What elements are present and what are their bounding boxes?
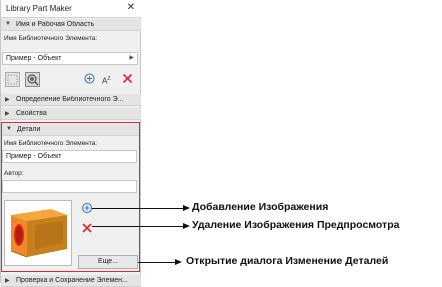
- close-icon[interactable]: ✕: [127, 2, 135, 13]
- section-details-label: Детали: [17, 126, 41, 133]
- library-part-maker-panel: Library Part Maker ✕ ▼ Имя и Рабочая Обл…: [0, 0, 141, 287]
- frame-select-icon[interactable]: [5, 72, 20, 87]
- remove-preview-icon[interactable]: [81, 222, 93, 237]
- section-name-area-label: Имя и Рабочая Область: [16, 21, 95, 28]
- preview-image: [4, 200, 72, 266]
- zoom-view-icon[interactable]: [25, 72, 40, 87]
- air-conditioner-image: [10, 209, 67, 258]
- panel-title: Library Part Maker: [6, 4, 72, 13]
- details-name-label: Имя Библиотечного Элемента:: [4, 140, 98, 147]
- section-check-save[interactable]: ▶ Проверка и Сохранение Элемен...: [1, 275, 141, 287]
- callout-arrowhead-more: [175, 258, 182, 265]
- lib-name-dropdown[interactable]: Пример - Объект ▶: [2, 52, 138, 65]
- expanded-arrow-icon: ▼: [5, 21, 11, 27]
- callout-line-remove: [92, 226, 184, 227]
- section-name-area[interactable]: ▼ Имя и Рабочая Область: [1, 19, 141, 31]
- lib-name-label: Имя Библиотечного Элемента:: [4, 35, 98, 42]
- more-button[interactable]: Еще...: [78, 255, 138, 269]
- callout-arrowhead-add: [183, 204, 190, 211]
- section-definition[interactable]: ▶ Определение Библиотечного Э...: [1, 94, 141, 106]
- add-icon[interactable]: [83, 72, 98, 87]
- callout-add-image: Добавление Изображения: [192, 201, 329, 213]
- expanded-arrow-icon: ▼: [6, 126, 12, 132]
- delete-icon[interactable]: [121, 72, 136, 87]
- section-properties-label: Свойства: [16, 110, 47, 117]
- panel-titlebar: Library Part Maker ✕: [1, 0, 141, 18]
- callout-remove-preview: Удаление Изображения Предпросмотра: [192, 219, 400, 231]
- toolbar: AZ: [1, 70, 141, 90]
- lib-name-value: Пример - Объект: [6, 55, 62, 62]
- collapsed-arrow-icon: ▶: [5, 97, 10, 103]
- add-image-icon[interactable]: [81, 202, 93, 217]
- section-definition-label: Определение Библиотечного Э...: [16, 96, 124, 103]
- author-label: Автор:: [4, 170, 24, 177]
- details-name-field[interactable]: Пример - Объект: [2, 150, 137, 163]
- section-details[interactable]: ▼ Детали: [2, 124, 139, 136]
- callout-line-add: [92, 208, 184, 209]
- author-field[interactable]: [2, 180, 137, 193]
- dropdown-arrow-icon: ▶: [129, 55, 134, 61]
- callout-arrowhead-remove: [183, 222, 190, 229]
- section-properties[interactable]: ▶ Свойства: [1, 108, 141, 120]
- collapsed-arrow-icon: ▶: [5, 111, 10, 117]
- text-style-icon[interactable]: AZ: [102, 72, 117, 87]
- callout-open-details: Открытие диалога Изменение Деталей: [186, 255, 389, 267]
- details-name-value: Пример - Объект: [6, 153, 62, 160]
- callout-line-more: [138, 262, 176, 263]
